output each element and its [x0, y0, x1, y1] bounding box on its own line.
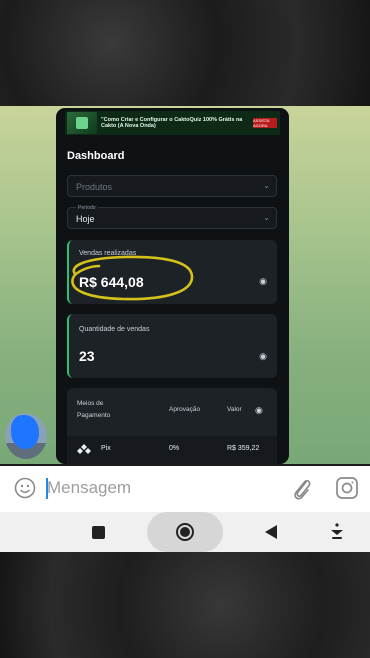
row-method: Pix [101, 445, 111, 452]
col-approval: Aprovação [169, 406, 201, 413]
download-icon [331, 523, 343, 539]
back-button[interactable] [260, 512, 282, 552]
wallpaper-bottom [0, 552, 370, 658]
message-input[interactable]: Mensagem [47, 478, 131, 498]
stop-button[interactable] [84, 512, 112, 552]
eye-icon[interactable]: ◉ [255, 404, 263, 416]
home-button[interactable] [146, 512, 224, 552]
row-value: R$ 359,22 [227, 445, 260, 452]
pix-icon [77, 444, 91, 454]
table-row[interactable]: Pix 0% R$ 359,22 [67, 436, 277, 464]
period-value: Hoje [76, 214, 95, 224]
products-select[interactable]: Produtos ⌄ [67, 175, 277, 197]
chevron-down-icon: ⌄ [263, 213, 270, 222]
emoji-icon[interactable] [14, 477, 36, 499]
period-label: Período [76, 205, 98, 211]
payment-methods-table: Meios de Pagamento Aprovação Valor ◉ Pix… [67, 388, 277, 464]
col-method: Meios de Pagamento [77, 400, 111, 419]
eye-icon[interactable]: ◉ [259, 276, 267, 287]
banner-badge: ASSISTA AGORA [253, 118, 277, 128]
avatar-blur [11, 415, 39, 449]
eye-icon[interactable]: ◉ [259, 351, 267, 362]
banner-thumbnail [67, 112, 97, 134]
home-pill [147, 512, 223, 552]
home-icon [176, 523, 194, 541]
highlight-circle [71, 255, 194, 301]
col-value: Valor [227, 406, 242, 413]
download-button[interactable] [326, 512, 348, 552]
shared-photo[interactable]: "Como Criar e Configurar o CaktoQuiz 100… [56, 108, 289, 464]
products-placeholder: Produtos [76, 182, 113, 192]
system-nav-bar [0, 512, 370, 552]
promo-banner: "Como Criar e Configurar o CaktoQuiz 100… [65, 111, 280, 135]
chevron-down-icon: ⌄ [263, 181, 270, 190]
period-select[interactable]: Período Hoje ⌄ [67, 205, 277, 229]
stop-icon [91, 525, 105, 539]
back-icon [265, 525, 277, 539]
banner-text: "Como Criar e Configurar o CaktoQuiz 100… [101, 116, 243, 130]
instagram-icon[interactable] [335, 476, 359, 500]
avatar[interactable] [5, 413, 47, 459]
sales-count-card: Quantidade de vendas 23 ◉ [67, 314, 277, 378]
page-title: Dashboard [67, 150, 125, 162]
row-approval: 0% [169, 445, 180, 452]
message-composer: Mensagem [0, 466, 370, 512]
count-label: Quantidade de vendas [79, 326, 150, 333]
attach-icon[interactable] [290, 476, 314, 502]
count-value: 23 [79, 348, 95, 364]
wallpaper-top [0, 0, 370, 106]
